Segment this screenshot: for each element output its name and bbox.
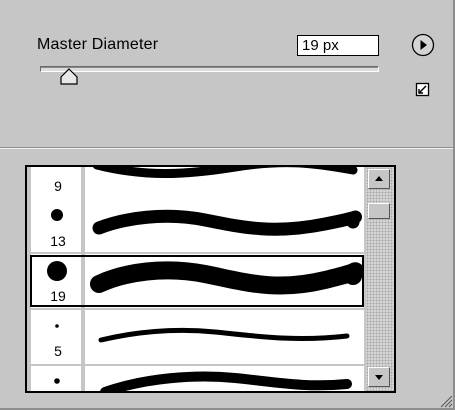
brush-size-label: 5 [54, 343, 62, 359]
brush-preset-item[interactable]: 13 [27, 198, 366, 252]
play-circle-icon[interactable] [411, 33, 435, 57]
brush-preset-list: 9 13 19 5 [25, 165, 396, 393]
scroll-down-button[interactable] [368, 367, 390, 387]
brush-tip-preview [31, 366, 81, 391]
brush-preset-item[interactable]: 5 [27, 310, 366, 364]
brush-tip-preview: 19 [31, 254, 81, 308]
brush-stroke-preview [85, 310, 364, 364]
brush-tip-preview: 5 [31, 310, 81, 364]
brush-size-label: 13 [50, 233, 66, 249]
diameter-input[interactable]: 19 px [297, 35, 379, 56]
brush-list-scrollbar[interactable] [366, 167, 394, 391]
brush-list-viewport: 9 13 19 5 [27, 167, 366, 391]
brush-stroke-preview [85, 198, 364, 252]
brush-preset-item[interactable] [27, 366, 366, 391]
brush-preset-item[interactable]: 9 [27, 167, 366, 199]
brush-stroke-preview [85, 254, 365, 308]
panel-divider-highlight [0, 148, 455, 149]
diameter-slider-thumb[interactable] [59, 68, 79, 86]
brush-tip-preview: 13 [31, 198, 81, 252]
diameter-slider-track[interactable] [40, 66, 379, 72]
brush-stroke-preview [85, 366, 364, 391]
brush-preset-item-selected[interactable]: 19 [27, 254, 366, 308]
brush-tip-preview: 9 [31, 167, 81, 199]
brush-size-label: 19 [50, 288, 66, 304]
scrollbar-thumb[interactable] [368, 203, 390, 219]
master-diameter-label: Master Diameter [37, 36, 159, 53]
resize-grip-icon[interactable] [439, 394, 453, 408]
scroll-up-button[interactable] [368, 169, 390, 189]
brush-size-label: 9 [54, 178, 62, 194]
panel-menu-icon[interactable] [415, 82, 430, 97]
brush-stroke-preview [85, 167, 364, 199]
